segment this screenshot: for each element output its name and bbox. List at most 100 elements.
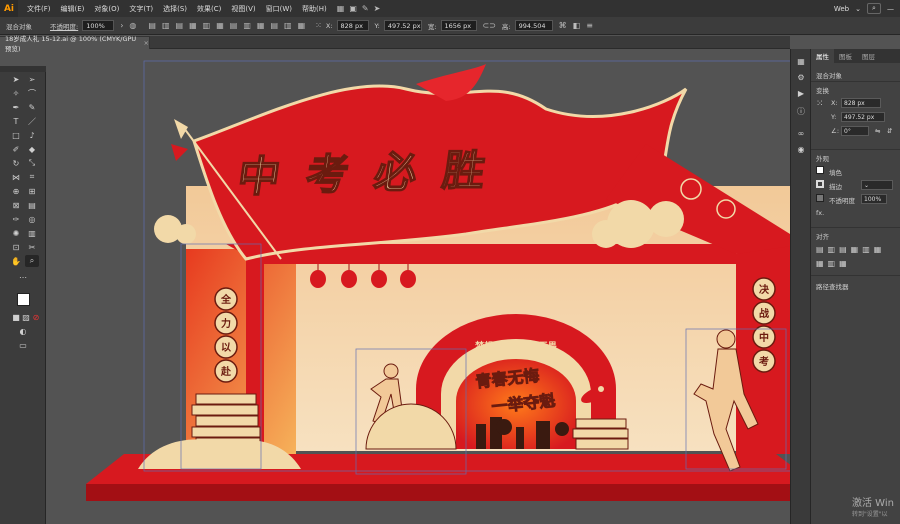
align-middle-icon[interactable]: ▥ — [203, 21, 211, 30]
x-field[interactable]: 828 px — [336, 20, 369, 31]
shape-builder-tool-icon[interactable]: ⊕ — [9, 185, 23, 197]
distribute-icon[interactable]: ▤ — [230, 21, 238, 30]
paintbrush-tool-icon[interactable]: ♪ — [25, 129, 39, 141]
distribute-3-icon[interactable]: ▥ — [284, 21, 292, 30]
menu-type[interactable]: 文字(T) — [124, 4, 158, 14]
type-tool-icon[interactable]: T — [9, 115, 23, 127]
menu-window[interactable]: 窗口(W) — [261, 4, 297, 14]
menu-object[interactable]: 对象(O) — [89, 4, 124, 14]
lasso-tool-icon[interactable]: ⌒ — [25, 87, 39, 99]
width-field[interactable]: 1656 px — [440, 20, 477, 31]
isolate-icon[interactable]: ◧ — [573, 21, 581, 30]
artboard-canvas[interactable]: 中 考 必 胜 全 力 以 赴 决 战 中 考 梦想启航 · 青春无畏 青春无悔… — [46, 49, 790, 524]
align-left-icon[interactable]: ▤ — [148, 21, 156, 30]
pen-tool-icon[interactable]: ✒ — [9, 101, 23, 113]
panel-angle-field[interactable]: 0° — [841, 126, 869, 136]
curvature-tool-icon[interactable]: ✎ — [25, 101, 39, 113]
link-icon[interactable]: ⊂⊃ — [483, 21, 496, 30]
menu-effect[interactable]: 效果(C) — [192, 4, 226, 14]
mesh-tool-icon[interactable]: ⊠ — [9, 199, 23, 211]
screen-mode-icon[interactable]: ▭ — [16, 339, 30, 351]
properties-icon[interactable]: ⚙ — [794, 71, 808, 83]
graph-tool-icon[interactable]: ▥ — [25, 227, 39, 239]
menu-view[interactable]: 视图(V) — [226, 4, 260, 14]
reference-point-icon[interactable]: ⁙ — [315, 21, 322, 30]
more-options-icon[interactable]: ≡ — [586, 21, 593, 30]
fx-button[interactable]: fx. — [816, 209, 824, 217]
opacity-field[interactable]: 100% — [82, 20, 115, 31]
align-center-icon[interactable]: ▥ — [162, 21, 170, 30]
appearance-icon[interactable]: ◉ — [794, 143, 808, 155]
slice-tool-icon[interactable]: ✂ — [25, 241, 39, 253]
distribute-v-icon[interactable]: ▦ — [257, 21, 265, 30]
transform-icon[interactable]: ⌘ — [559, 21, 567, 30]
reference-point-icon[interactable]: ⁙ — [816, 99, 824, 109]
tab-layers[interactable]: 图层 — [857, 51, 880, 61]
perspective-grid-tool-icon[interactable]: ⊞ — [25, 185, 39, 197]
blend-tool-icon[interactable]: ◎ — [25, 213, 39, 225]
width-tool-icon[interactable]: ⋈ — [9, 171, 23, 183]
height-field[interactable]: 994.504 — [514, 20, 553, 31]
rectangle-tool-icon[interactable]: □ — [9, 129, 23, 141]
zoom-tool-icon[interactable]: ⌕ — [25, 255, 39, 267]
arrange-documents-icon[interactable]: ▦ — [337, 4, 345, 13]
menu-help[interactable]: 帮助(H) — [297, 4, 332, 14]
artboard-tool-icon[interactable]: ⊡ — [9, 241, 23, 253]
close-icon[interactable]: × — [144, 39, 149, 47]
send-icon[interactable]: ➤ — [374, 4, 381, 13]
flip-horizontal-icon[interactable]: ⇋ — [875, 127, 880, 135]
selection-tool-icon[interactable]: ➤ — [9, 73, 23, 85]
hand-tool-icon[interactable]: ✋ — [9, 255, 23, 267]
shaper-tool-icon[interactable]: ✐ — [9, 143, 23, 155]
workspace-switcher[interactable]: Web — [834, 5, 849, 13]
fill-swatch[interactable] — [816, 166, 824, 174]
rotate-tool-icon[interactable]: ↻ — [9, 157, 23, 169]
panel-x-field[interactable]: 828 px — [841, 98, 881, 108]
align-icons[interactable]: ▤▥▤▦▥▦ — [816, 245, 885, 254]
menu-select[interactable]: 选择(S) — [158, 4, 192, 14]
panel-y-field[interactable]: 497.52 px — [841, 112, 885, 122]
free-transform-tool-icon[interactable]: ⌗ — [25, 171, 39, 183]
y-field[interactable]: 497.52 px — [383, 20, 422, 31]
document-tab[interactable]: 18岁成人礼 15-12.ai @ 100% (CMYK/GPU 预览) × — [0, 35, 150, 53]
draw-mode-icon[interactable]: ◐ — [16, 325, 30, 337]
toolbar-grip[interactable] — [0, 66, 46, 72]
distribute-h-icon[interactable]: ▥ — [243, 21, 251, 30]
stroke-swatch[interactable] — [816, 180, 824, 188]
fill-stroke-icon[interactable] — [9, 290, 37, 308]
distribute-icons[interactable]: ▦▥▦ — [816, 259, 851, 268]
eraser-tool-icon[interactable]: ◆ — [25, 143, 39, 155]
align-bottom-icon[interactable]: ▦ — [216, 21, 224, 30]
distribute-2-icon[interactable]: ▤ — [270, 21, 278, 30]
edit-toolbar-icon[interactable]: ⋯ — [16, 271, 30, 283]
libraries-icon[interactable]: ▦ — [794, 55, 808, 67]
minimize-icon[interactable]: — — [887, 5, 894, 13]
align-top-icon[interactable]: ▦ — [189, 21, 197, 30]
menu-file[interactable]: 文件(F) — [22, 4, 56, 14]
magic-wand-tool-icon[interactable]: ✧ — [9, 87, 23, 99]
tab-properties[interactable]: 属性 — [811, 49, 834, 63]
info-icon[interactable]: ⓘ — [794, 105, 808, 117]
tab-artboards[interactable]: 图板 — [834, 51, 857, 61]
opacity-label[interactable]: 不透明度: — [50, 21, 78, 31]
flip-vertical-icon[interactable]: ⇵ — [887, 127, 892, 135]
bridge-icon[interactable]: ▣ — [349, 4, 357, 13]
symbol-sprayer-tool-icon[interactable]: ✺ — [9, 227, 23, 239]
direct-selection-tool-icon[interactable]: ➢ — [25, 73, 39, 85]
scale-tool-icon[interactable]: ⤡ — [25, 157, 39, 169]
stroke-weight-field[interactable]: ⌄ — [861, 180, 893, 190]
play-actions-icon[interactable]: ▶ — [794, 87, 808, 99]
brush-icon[interactable]: ✎ — [362, 4, 369, 13]
menu-edit[interactable]: 编辑(E) — [56, 4, 90, 14]
gradient-tool-icon[interactable]: ▤ — [25, 199, 39, 211]
line-tool-icon[interactable]: ／ — [25, 115, 39, 127]
distribute-4-icon[interactable]: ▦ — [298, 21, 306, 30]
chevron-right-icon[interactable]: › — [120, 21, 123, 30]
chevron-down-icon[interactable]: ⌄ — [855, 5, 861, 13]
none-mode-icon[interactable]: ⊘ — [29, 311, 43, 323]
links-icon[interactable]: ∞ — [794, 127, 808, 139]
search-icon[interactable]: ⌕ — [867, 3, 881, 14]
align-right-icon[interactable]: ▤ — [176, 21, 184, 30]
recolor-icon[interactable]: ◍ — [129, 21, 136, 30]
opacity-swatch[interactable] — [816, 194, 824, 202]
